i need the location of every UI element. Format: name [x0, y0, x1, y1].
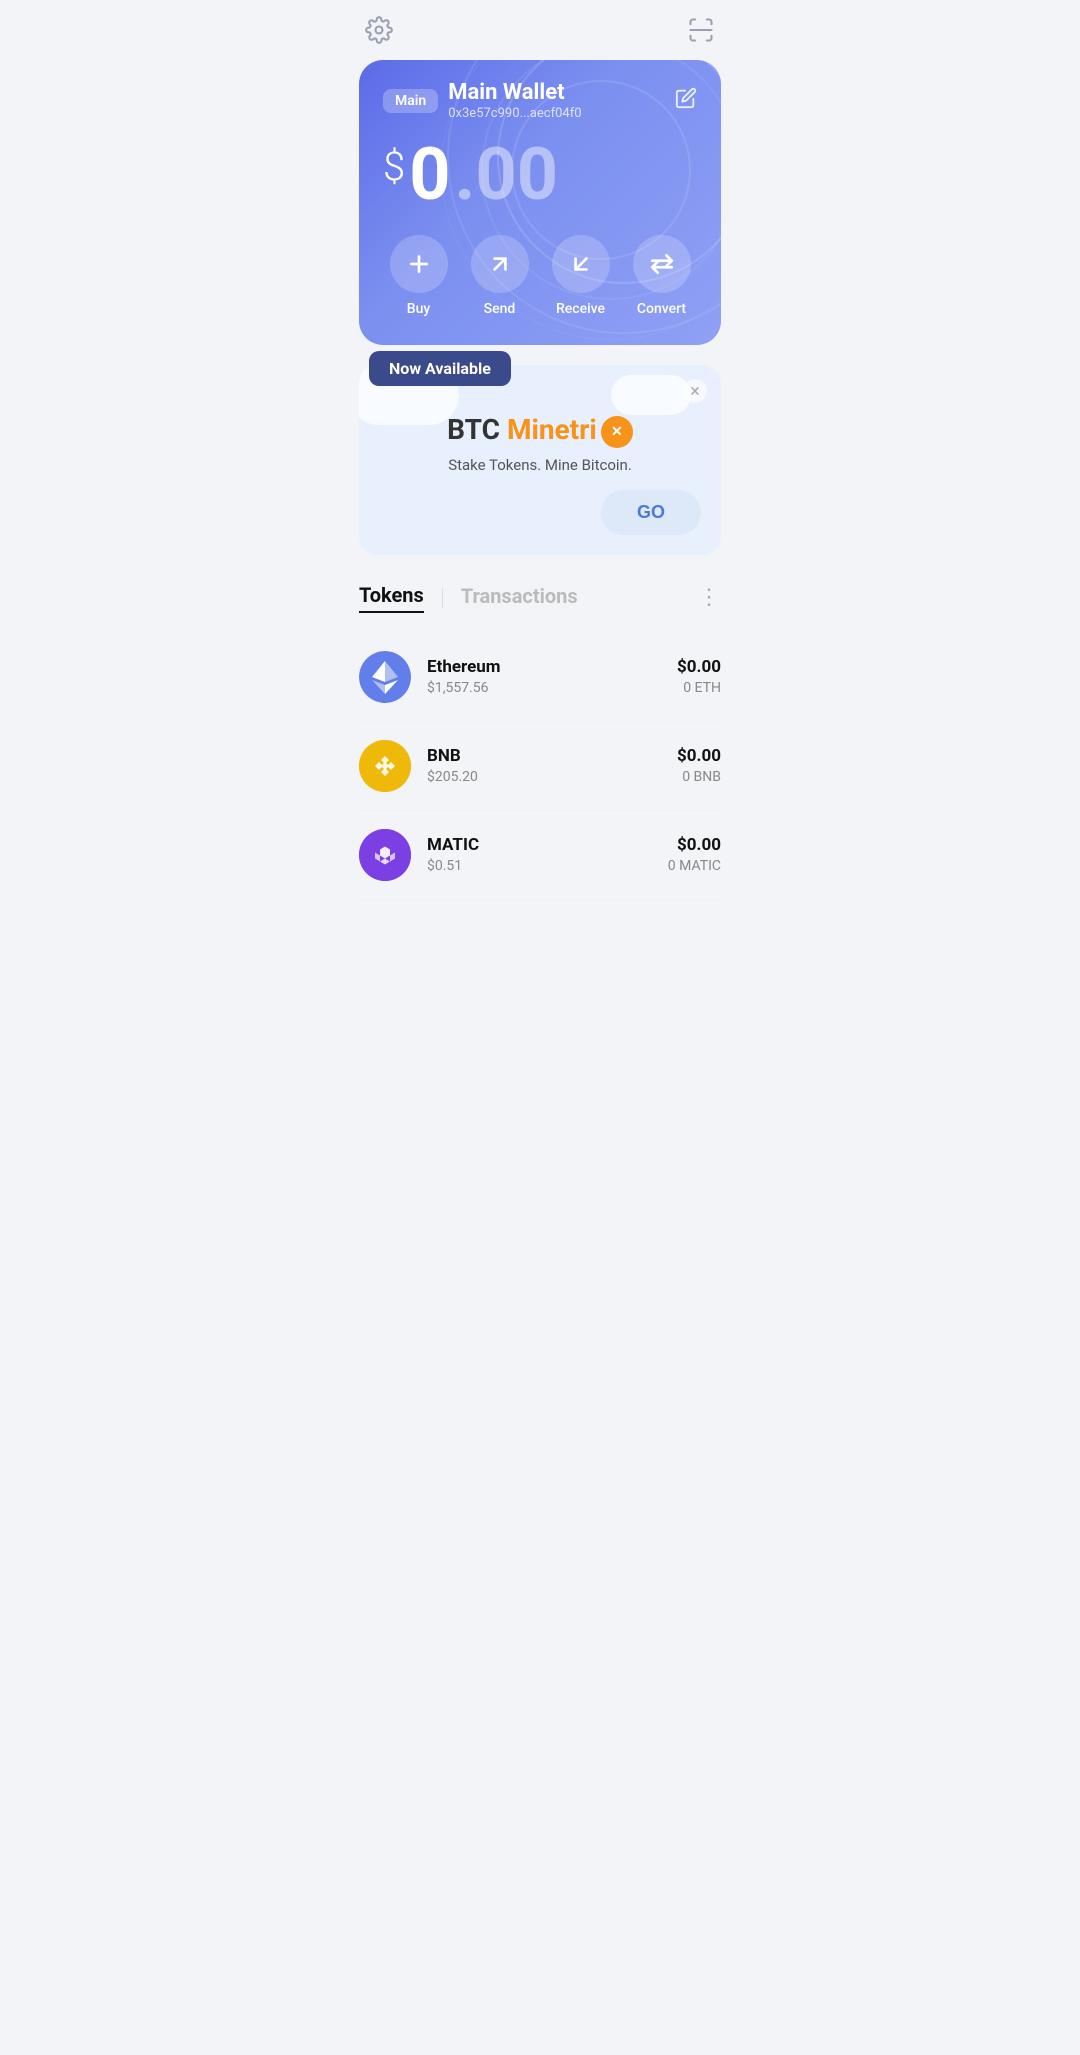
- tab-separator: [442, 588, 443, 608]
- eth-info: Ethereum $1,557.56: [427, 657, 677, 696]
- matic-icon: [359, 829, 411, 881]
- action-buttons: Buy Send Receive: [383, 235, 697, 317]
- tabs-section: Tokens Transactions ⋮ Ethereum $1,557.56: [359, 583, 721, 900]
- token-item-eth[interactable]: Ethereum $1,557.56 $0.00 0 ETH: [359, 633, 721, 722]
- matic-info: MATIC $0.51: [427, 835, 668, 874]
- send-label: Send: [484, 301, 516, 317]
- eth-icon: [359, 651, 411, 703]
- convert-label: Convert: [637, 301, 686, 317]
- token-list: Ethereum $1,557.56 $0.00 0 ETH: [359, 633, 721, 900]
- wallet-address: 0x3e57c990...aecf04f0: [448, 106, 581, 121]
- receive-button[interactable]: Receive: [545, 235, 616, 317]
- wallet-card: Main Main Wallet 0x3e57c990...aecf04f0 $…: [359, 60, 721, 345]
- eth-value: $0.00: [677, 657, 721, 677]
- matic-value: $0.00: [668, 835, 721, 855]
- eth-name: Ethereum: [427, 657, 677, 677]
- close-banner-button[interactable]: ×: [683, 379, 707, 403]
- send-icon-circle: [471, 235, 529, 293]
- bnb-info: BNB $205.20: [427, 746, 677, 785]
- edit-icon[interactable]: [675, 87, 697, 114]
- bnb-amount: 0 BNB: [677, 769, 721, 785]
- convert-icon-circle: [633, 235, 691, 293]
- tab-transactions[interactable]: Transactions: [461, 584, 578, 612]
- matic-name: MATIC: [427, 835, 668, 855]
- bnb-icon: [359, 740, 411, 792]
- buy-icon-circle: [390, 235, 448, 293]
- more-options-icon[interactable]: ⋮: [698, 585, 721, 610]
- token-item-matic[interactable]: MATIC $0.51 $0.00 0 MATIC: [359, 811, 721, 900]
- eth-balance: $0.00 0 ETH: [677, 657, 721, 696]
- eth-amount: 0 ETH: [677, 680, 721, 696]
- send-button[interactable]: Send: [464, 235, 535, 317]
- bnb-value: $0.00: [677, 746, 721, 766]
- promo-banner-card: × BTC Minetri✕ Stake Tokens. Mine Bitcoi…: [359, 365, 721, 555]
- banner-title-colored: Minetri: [507, 413, 597, 446]
- receive-icon-circle: [552, 235, 610, 293]
- banner-title-btc: BTC: [447, 413, 500, 446]
- bnb-balance: $0.00 0 BNB: [677, 746, 721, 785]
- scan-icon[interactable]: [687, 16, 715, 50]
- bnb-name: BNB: [427, 746, 677, 766]
- balance-display: $ 0 .00: [383, 139, 697, 211]
- receive-label: Receive: [556, 301, 605, 317]
- wallet-header: Main Main Wallet 0x3e57c990...aecf04f0: [383, 80, 697, 121]
- matic-amount: 0 MATIC: [668, 858, 721, 874]
- promo-banner-container: Now Available × BTC Minetri✕ Stake Token…: [359, 365, 721, 555]
- banner-subtitle: Stake Tokens. Mine Bitcoin.: [379, 456, 701, 474]
- banner-title: BTC Minetri✕: [379, 413, 701, 448]
- bnb-price: $205.20: [427, 769, 677, 785]
- banner-content: BTC Minetri✕ Stake Tokens. Mine Bitcoin.…: [379, 413, 701, 474]
- now-available-tag: Now Available: [369, 351, 511, 386]
- top-bar: [345, 0, 735, 60]
- main-badge: Main: [383, 89, 438, 113]
- eth-price: $1,557.56: [427, 680, 677, 696]
- matic-price: $0.51: [427, 858, 668, 874]
- balance-whole: 0: [409, 139, 450, 211]
- buy-button[interactable]: Buy: [383, 235, 454, 317]
- currency-symbol: $: [383, 147, 405, 187]
- tab-tokens[interactable]: Tokens: [359, 583, 424, 613]
- banner-go-button[interactable]: GO: [601, 490, 701, 535]
- buy-label: Buy: [407, 301, 430, 317]
- cloud-decoration-right: [611, 375, 691, 415]
- matic-balance: $0.00 0 MATIC: [668, 835, 721, 874]
- tabs-header: Tokens Transactions ⋮: [359, 583, 721, 613]
- convert-button[interactable]: Convert: [626, 235, 697, 317]
- wallet-name: Main Wallet: [448, 80, 581, 105]
- settings-icon[interactable]: [365, 16, 393, 50]
- balance-decimal: .00: [455, 139, 559, 211]
- token-item-bnb[interactable]: BNB $205.20 $0.00 0 BNB: [359, 722, 721, 811]
- banner-title-icon: ✕: [601, 416, 633, 448]
